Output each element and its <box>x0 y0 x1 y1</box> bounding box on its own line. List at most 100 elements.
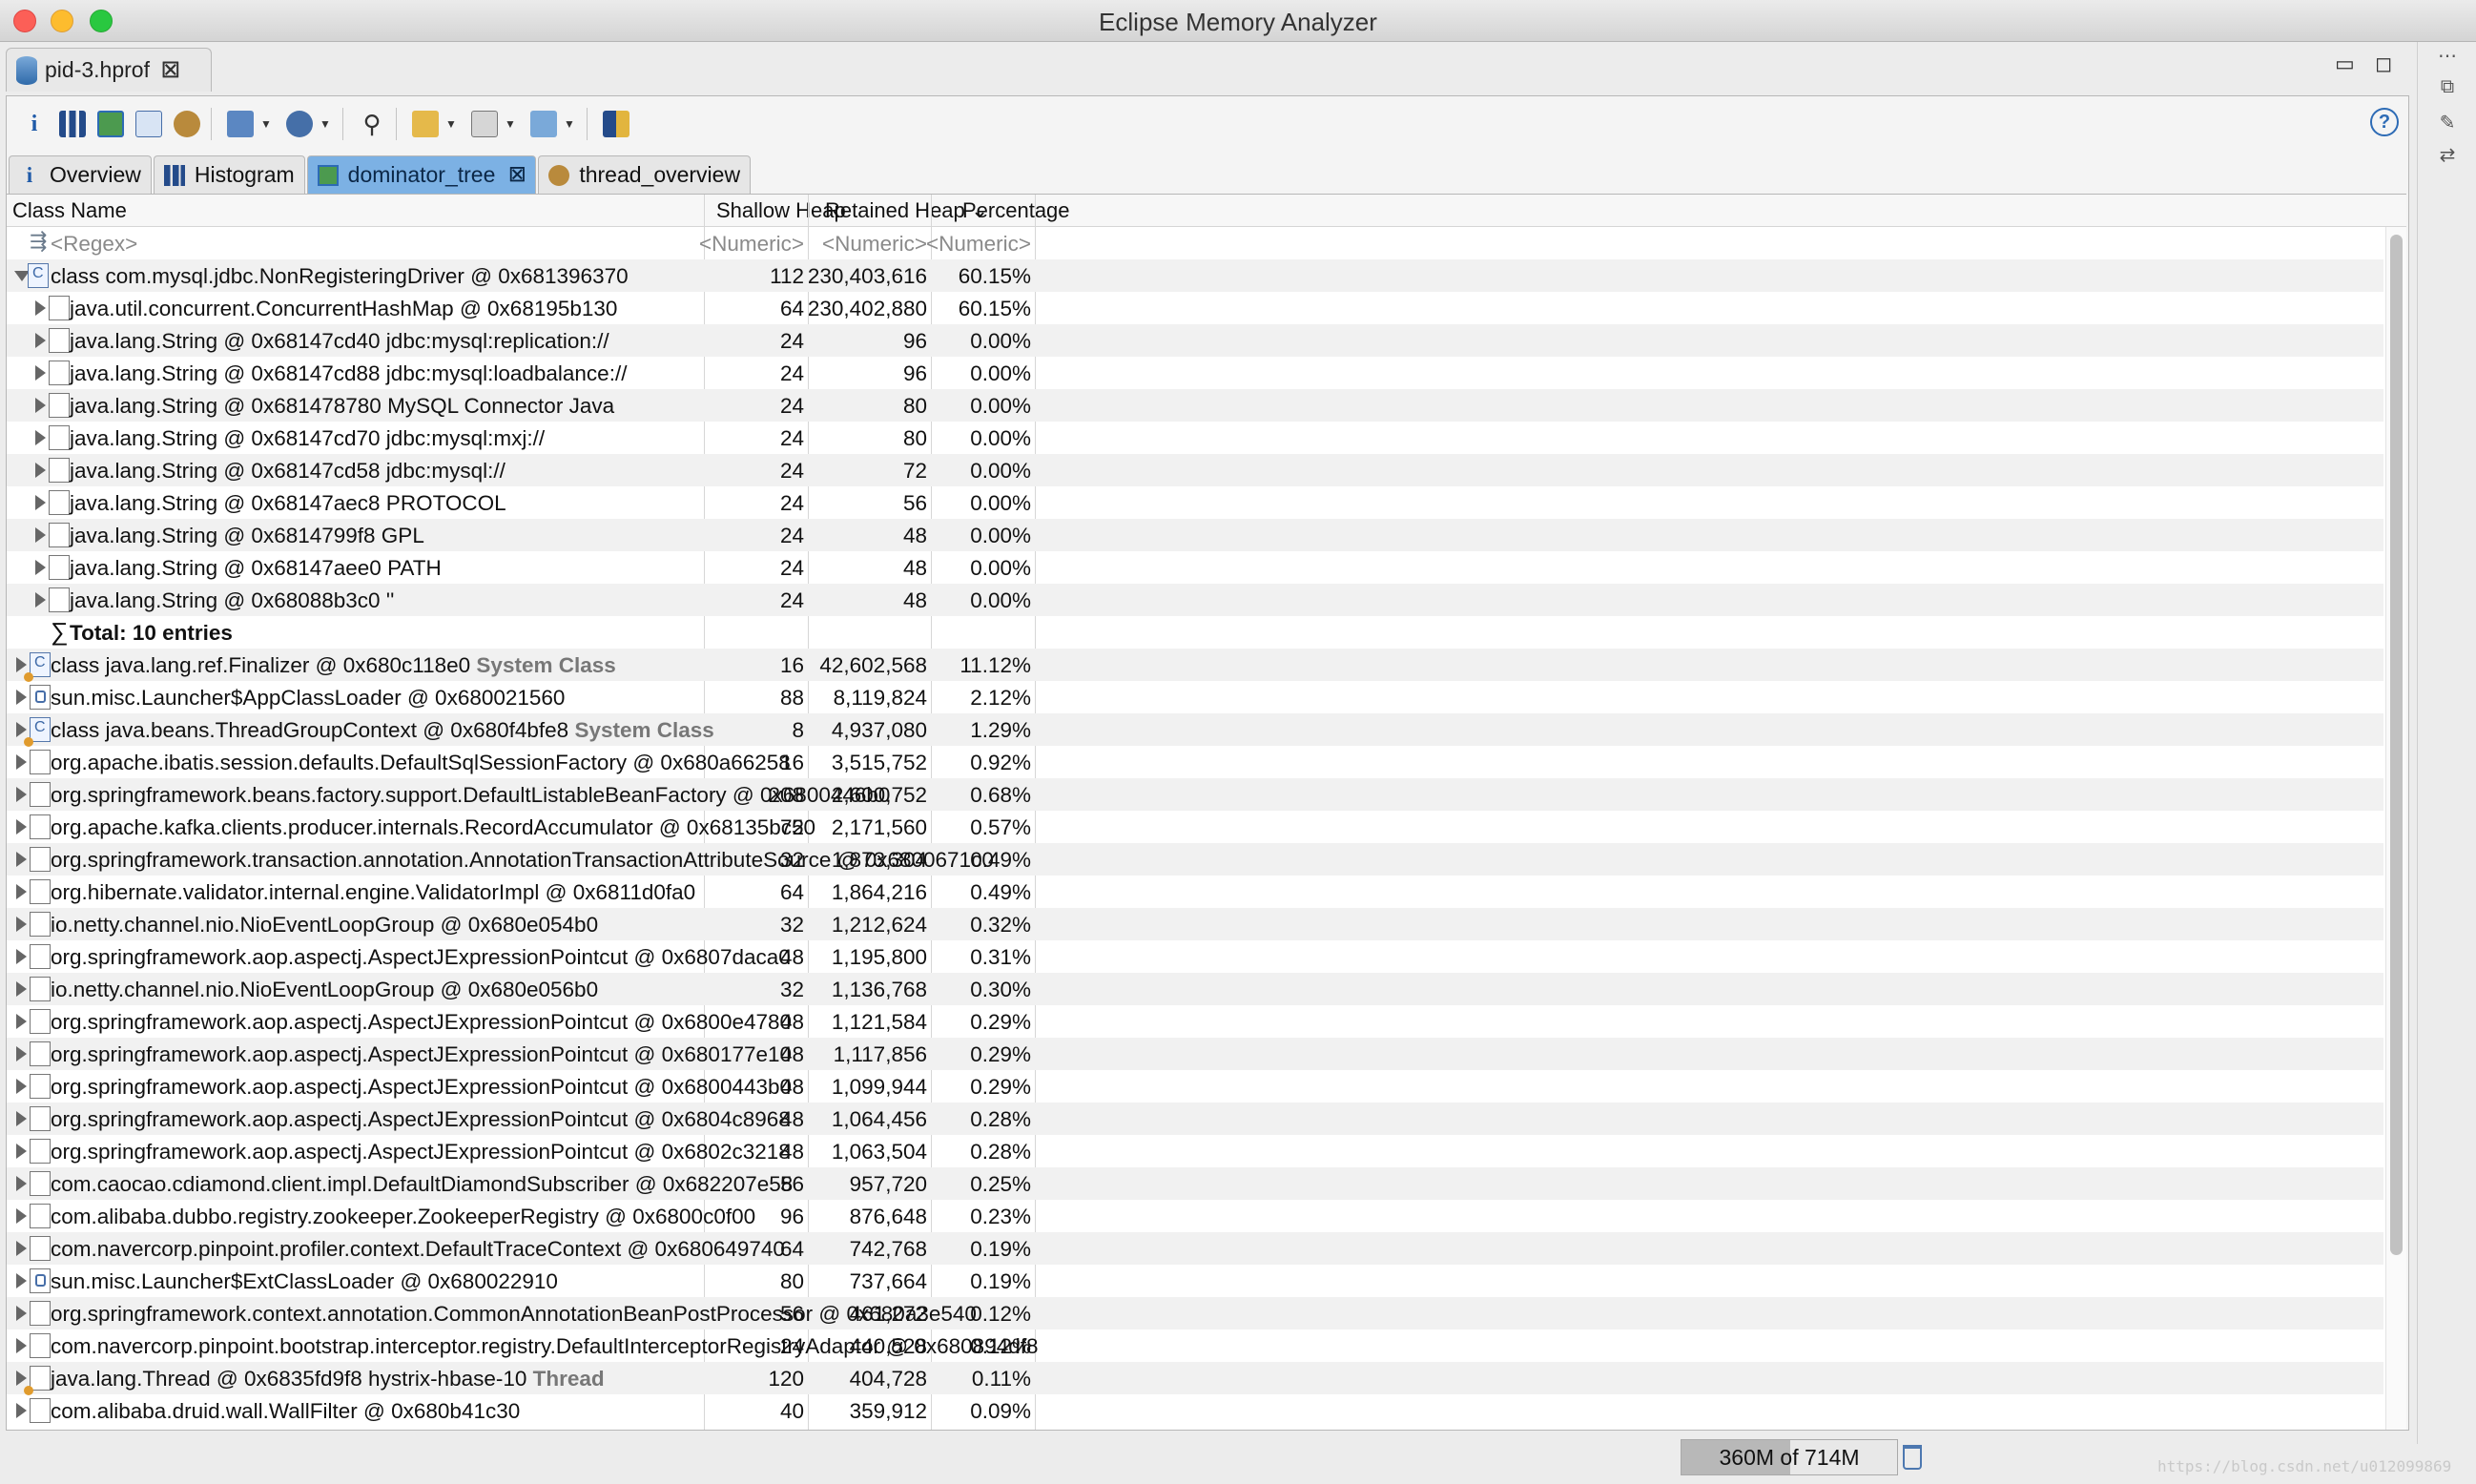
table-row[interactable]: java.lang.String @ 0x68147cd88 jdbc:mysq… <box>7 357 2383 389</box>
reports-button[interactable] <box>224 108 257 140</box>
calculate-retained-button[interactable] <box>468 108 501 140</box>
help-icon[interactable]: ? <box>2370 108 2399 136</box>
expand-arrow-icon[interactable] <box>16 1273 27 1288</box>
expand-arrow-icon[interactable] <box>16 981 27 997</box>
tab-thread-overview[interactable]: thread_overview <box>538 155 752 194</box>
group-by-button[interactable] <box>409 108 442 140</box>
table-row[interactable]: com.navercorp.pinpoint.profiler.context.… <box>7 1232 2383 1265</box>
expand-arrow-icon[interactable] <box>35 527 46 543</box>
close-icon[interactable]: ☒ <box>161 58 180 83</box>
restore-icon[interactable]: ⧉ <box>2435 76 2460 101</box>
tab-overview[interactable]: i Overview <box>9 155 152 194</box>
table-row[interactable]: java.lang.String @ 0x68147aec8 PROTOCOL 2… <box>7 486 2383 519</box>
table-row[interactable]: java.lang.String @ 0x68147cd40 jdbc:mysq… <box>7 324 2383 357</box>
run-garbage-collector-button[interactable] <box>1898 1439 1927 1475</box>
heap-status[interactable]: 360M of 714M <box>1681 1439 1898 1475</box>
regex-filter-input[interactable]: <Regex> <box>51 232 137 257</box>
table-row[interactable]: org.springframework.transaction.annotati… <box>7 843 2383 876</box>
expand-arrow-icon[interactable] <box>35 495 46 510</box>
overview-info-button[interactable]: i <box>18 108 51 140</box>
notes-icon[interactable]: ✎ <box>2435 111 2460 135</box>
table-row[interactable]: com.caocao.cdiamond.client.impl.DefaultD… <box>7 1167 2383 1200</box>
chevron-down-icon[interactable]: ▼ <box>564 117 575 131</box>
table-row[interactable]: java.lang.String @ 0x68088b3c0 '' 24 48 0.0… <box>7 584 2383 616</box>
table-row[interactable]: sun.misc.Launcher$AppClassLoader @ 0x680… <box>7 681 2383 713</box>
compare-button[interactable] <box>600 108 632 140</box>
expand-arrow-icon[interactable] <box>16 1241 27 1256</box>
column-header-percentage[interactable]: Percentage <box>962 198 1070 223</box>
expand-arrow-icon[interactable] <box>16 1111 27 1126</box>
table-row[interactable]: sun.misc.Launcher$ExtClassLoader @ 0x680… <box>7 1265 2383 1297</box>
table-row[interactable]: org.springframework.context.annotation.C… <box>7 1297 2383 1329</box>
table-row[interactable]: class java.lang.ref.Finalizer @ 0x680c11… <box>7 649 2383 682</box>
table-row[interactable]: java.lang.String @ 0x68147cd58 jdbc:mysq… <box>7 454 2383 486</box>
expand-arrow-icon[interactable] <box>16 1014 27 1029</box>
tab-histogram[interactable]: Histogram <box>153 155 305 194</box>
histogram-button[interactable] <box>56 108 89 140</box>
expand-arrow-icon[interactable] <box>16 852 27 867</box>
table-row[interactable]: java.lang.String @ 0x68147aee0 PATH 24 48 0… <box>7 551 2383 584</box>
percentage-filter-input[interactable]: <Numeric> <box>926 232 1031 257</box>
column-header-class-name[interactable]: Class Name <box>12 198 127 223</box>
expand-arrow-icon[interactable] <box>35 365 46 381</box>
maximize-view-icon[interactable]: ◻ <box>2375 52 2392 76</box>
table-row[interactable]: com.navercorp.pinpoint.bootstrap.interce… <box>7 1329 2383 1362</box>
table-row[interactable]: io.netty.channel.nio.NioEventLoopGroup @… <box>7 908 2383 940</box>
tab-dominator-tree[interactable]: dominator_tree ☒ <box>306 155 537 194</box>
export-button[interactable] <box>527 108 560 140</box>
expand-arrow-icon[interactable] <box>35 300 46 316</box>
more-icon[interactable]: ⋯ <box>2435 44 2460 69</box>
expand-arrow-icon[interactable] <box>35 398 46 413</box>
heap-dump-details-button[interactable] <box>171 108 203 140</box>
table-row[interactable]: class java.beans.ThreadGroupContext @ 0x… <box>7 713 2383 747</box>
expand-arrow-icon[interactable] <box>16 690 27 705</box>
expand-arrow-icon[interactable] <box>16 722 27 737</box>
table-row[interactable]: java.lang.String @ 0x68147cd70 jdbc:mysq… <box>7 422 2383 454</box>
chevron-down-icon[interactable]: ▼ <box>505 117 516 131</box>
expand-arrow-icon[interactable] <box>16 1306 27 1321</box>
table-row[interactable]: org.springframework.aop.aspectj.AspectJE… <box>7 1038 2383 1070</box>
table-row[interactable]: org.springframework.aop.aspectj.AspectJE… <box>7 940 2383 973</box>
expand-arrow-icon[interactable] <box>16 1079 27 1094</box>
table-row[interactable]: java.lang.String @ 0x681478780 MySQL Con… <box>7 389 2383 422</box>
table-row[interactable]: org.springframework.aop.aspectj.AspectJE… <box>7 1070 2383 1103</box>
retained-filter-input[interactable]: <Numeric> <box>822 232 927 257</box>
table-row[interactable]: org.springframework.beans.factory.suppor… <box>7 778 2383 811</box>
expand-arrow-icon[interactable] <box>16 787 27 802</box>
table-row[interactable]: io.netty.channel.nio.NioEventLoopGroup @… <box>7 973 2383 1005</box>
oql-button[interactable] <box>133 108 165 140</box>
expand-arrow-icon[interactable] <box>35 430 46 445</box>
close-icon[interactable]: ☒ <box>508 163 526 187</box>
expand-arrow-icon[interactable] <box>16 1371 27 1386</box>
chevron-down-icon[interactable]: ▼ <box>445 117 457 131</box>
chevron-down-icon[interactable]: ▼ <box>260 117 272 131</box>
table-row[interactable]: org.apache.kafka.clients.producer.intern… <box>7 811 2383 843</box>
minimize-view-icon[interactable]: ▭ <box>2335 52 2355 76</box>
expand-arrow-icon[interactable] <box>16 1176 27 1191</box>
expand-arrow-icon[interactable] <box>16 949 27 964</box>
table-row[interactable]: java.util.concurrent.ConcurrentHashMap @… <box>7 292 2383 324</box>
expand-arrow-icon[interactable] <box>16 1403 27 1418</box>
expand-arrow-icon[interactable] <box>16 657 27 672</box>
search-button[interactable]: ⚲ <box>356 108 388 140</box>
table-row[interactable]: org.springframework.aop.aspectj.AspectJE… <box>7 1103 2383 1135</box>
table-row[interactable]: com.alibaba.druid.wall.WallFilter @ 0x68… <box>7 1394 2383 1427</box>
expand-arrow-icon[interactable] <box>35 560 46 575</box>
expand-arrow-icon[interactable] <box>35 463 46 478</box>
expand-arrow-icon[interactable] <box>16 754 27 770</box>
expand-arrow-icon[interactable] <box>16 917 27 932</box>
chevron-down-icon[interactable]: ▼ <box>320 117 331 131</box>
table-row[interactable]: java.lang.Thread @ 0x6835fd9f8 hystrix-h… <box>7 1362 2383 1395</box>
shallow-filter-input[interactable]: <Numeric> <box>699 232 804 257</box>
expand-arrow-icon[interactable] <box>16 1144 27 1159</box>
expand-arrow-icon[interactable] <box>35 333 46 348</box>
scrollbar-thumb[interactable] <box>2390 235 2403 1255</box>
table-row[interactable]: com.alibaba.dubbo.registry.zookeeper.Zoo… <box>7 1200 2383 1232</box>
vertical-scrollbar[interactable] <box>2385 227 2406 1430</box>
table-row[interactable]: org.springframework.aop.aspectj.AspectJE… <box>7 1135 2383 1167</box>
expand-arrow-icon[interactable] <box>16 819 27 835</box>
table-row[interactable]: java.lang.String @ 0x6814799f8 GPL 24 48 0.… <box>7 519 2383 551</box>
expand-arrow-icon[interactable] <box>16 1338 27 1353</box>
table-row[interactable]: org.springframework.aop.aspectj.AspectJE… <box>7 1005 2383 1038</box>
table-row[interactable]: org.hibernate.validator.internal.engine.… <box>7 876 2383 908</box>
